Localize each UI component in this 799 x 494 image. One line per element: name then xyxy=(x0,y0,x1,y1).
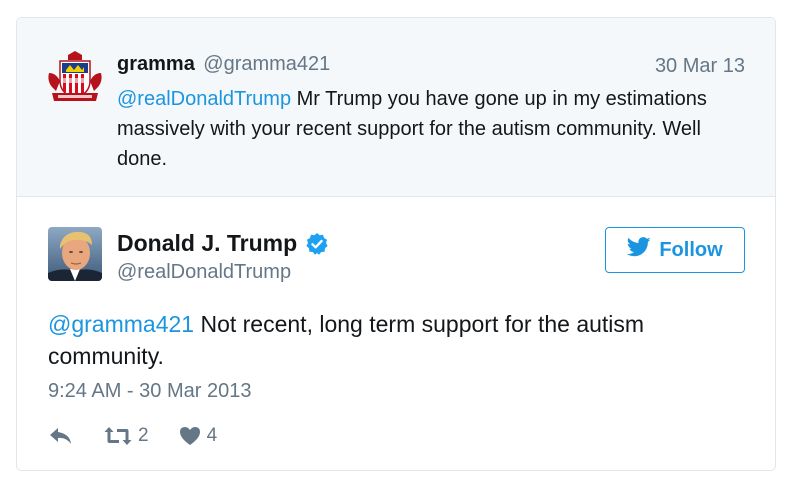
reply-icon xyxy=(48,426,74,446)
tweet-timestamp[interactable]: 9:24 AM - 30 Mar 2013 xyxy=(48,380,251,403)
avatar[interactable] xyxy=(48,227,102,281)
mention-link[interactable]: @gramma421 xyxy=(48,311,194,337)
reply-button[interactable] xyxy=(48,426,74,446)
parent-tweet-text: @realDonaldTrump Mr Trump you have gone … xyxy=(117,84,753,174)
tweet-text: @gramma421 Not recent, long term support… xyxy=(48,308,748,372)
parent-author-name[interactable]: gramma xyxy=(117,53,195,75)
author-name[interactable]: Donald J. Trump xyxy=(117,230,297,257)
retweet-count: 2 xyxy=(138,425,149,446)
like-button[interactable]: 4 xyxy=(179,425,218,447)
follow-button-label: Follow xyxy=(659,238,723,261)
twitter-bird-icon xyxy=(627,237,651,263)
author-name-row: Donald J. Trump xyxy=(117,230,329,257)
retweet-button[interactable]: 2 xyxy=(104,425,149,447)
follow-button[interactable]: Follow xyxy=(605,227,745,273)
verified-badge-icon xyxy=(305,232,329,256)
heart-icon xyxy=(179,426,201,446)
like-count: 4 xyxy=(206,425,218,446)
parent-tweet-date[interactable]: 30 Mar 13 xyxy=(655,55,745,78)
parent-author-handle[interactable]: @gramma421 xyxy=(203,53,330,75)
parent-tweet[interactable]: gramma @gramma421 30 Mar 13 @realDonaldT… xyxy=(17,18,775,197)
sunderland-crest-icon[interactable] xyxy=(46,51,104,105)
embedded-tweet-card: gramma @gramma421 30 Mar 13 @realDonaldT… xyxy=(16,17,776,471)
parent-tweet-header: gramma @gramma421 30 Mar 13 xyxy=(117,53,745,81)
parent-mention-link[interactable]: @realDonaldTrump xyxy=(117,88,291,110)
tweet-actions: 2 4 xyxy=(48,421,217,451)
author-handle[interactable]: @realDonaldTrump xyxy=(117,261,291,284)
retweet-icon xyxy=(104,426,132,446)
